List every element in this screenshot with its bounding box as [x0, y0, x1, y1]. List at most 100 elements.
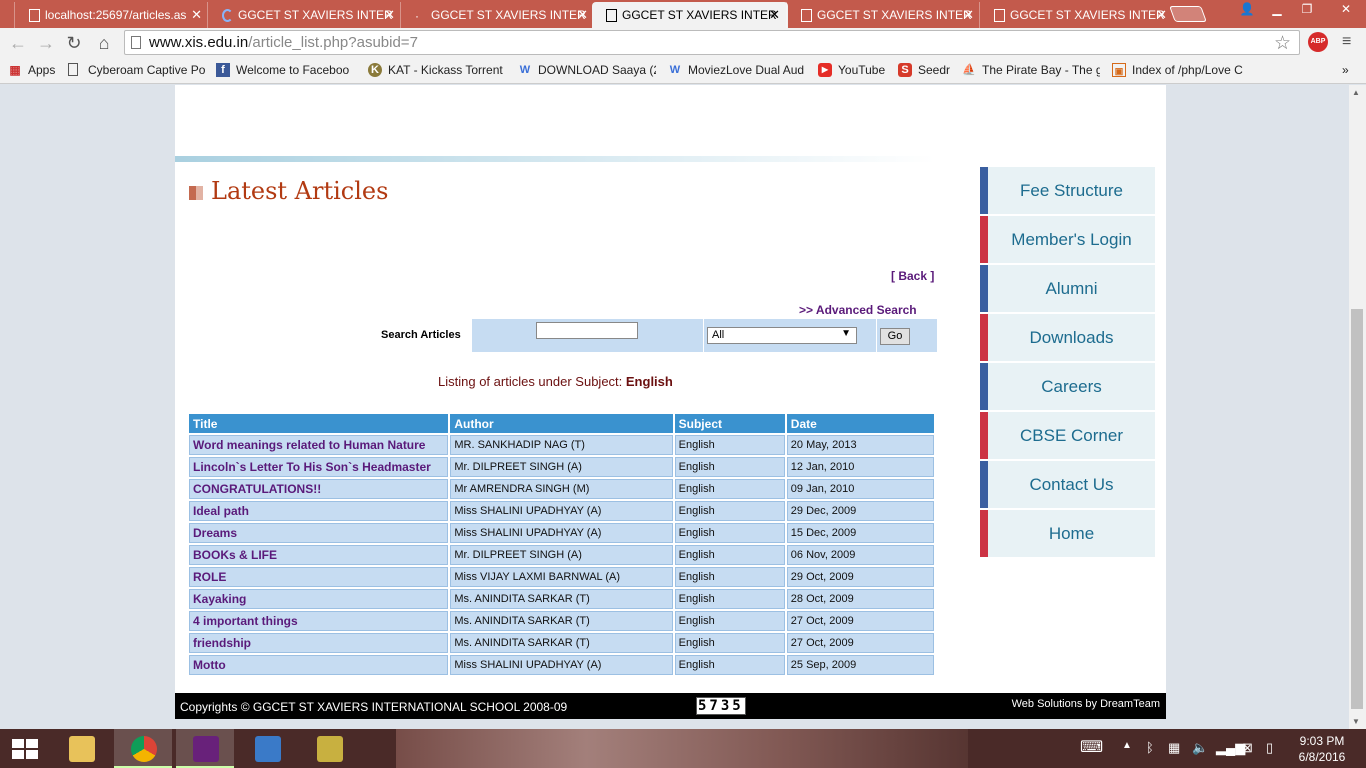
volume-icon[interactable]: 🔈 [1192, 740, 1208, 756]
bookmark-youtube[interactable]: ▶ YouTube [818, 63, 888, 79]
close-icon[interactable]: ✕ [1156, 7, 1167, 23]
back-arrow-icon[interactable]: ← [6, 31, 30, 55]
taskbar-chrome[interactable] [114, 729, 172, 768]
bookmark-kat[interactable]: K KAT - Kickass Torrent [368, 63, 506, 79]
clock-time: 9:03 PM [1299, 734, 1345, 748]
tab-label: GGCET ST XAVIERS INTER [238, 8, 393, 22]
article-subject: English [674, 589, 785, 609]
article-title-link[interactable]: Ideal path [189, 501, 449, 521]
page-icon [801, 9, 812, 22]
taskbar-visual-studio[interactable] [176, 729, 234, 768]
scroll-thumb[interactable] [1351, 309, 1363, 709]
bookmark-cyberoam[interactable]: Cyberoam Captive Po [68, 63, 206, 79]
bookmark-saaya[interactable]: W DOWNLOAD Saaya (2 [518, 63, 656, 79]
forward-arrow-icon[interactable]: → [34, 31, 58, 55]
bookmarks-bar: ▦ Apps Cyberoam Captive Po f Welcome to … [0, 58, 1366, 84]
tab-4-active[interactable]: GGCET ST XAVIERS INTER ✕ [592, 2, 788, 28]
close-icon[interactable]: ✕ [577, 7, 588, 23]
browser-toolbar: ← → ↻ ⌂ www.xis.edu.in/article_list.php?… [0, 28, 1366, 58]
subject-select[interactable]: All ▼ [707, 327, 857, 344]
sidebar-item-members-login[interactable]: Member's Login [980, 216, 1155, 263]
ime-icon[interactable]: ⊠ [1242, 740, 1253, 756]
bluetooth-icon[interactable]: ᛒ [1146, 740, 1154, 755]
close-window-button[interactable]: ✕ [1326, 0, 1366, 20]
subject-select-value: All [712, 329, 725, 341]
article-title-link[interactable]: Dreams [189, 523, 449, 543]
sidebar-item-fee-structure[interactable]: Fee Structure [980, 167, 1155, 214]
page-icon [68, 63, 78, 76]
user-profile-icon[interactable]: 👤 [1232, 0, 1262, 20]
search-label: Search Articles [381, 329, 461, 341]
table-row: CONGRATULATIONS!! Mr AMRENDRA SINGH (M) … [189, 479, 934, 499]
go-button[interactable]: Go [880, 328, 910, 345]
taskbar-file-explorer[interactable] [52, 729, 110, 768]
bookmarks-overflow-icon[interactable]: » [1342, 63, 1358, 79]
tab-1[interactable]: localhost:25697/articles.as ✕ [14, 2, 210, 28]
tab-label: GGCET ST XAVIERS INTER [1010, 8, 1165, 22]
close-icon[interactable]: ✕ [963, 7, 974, 23]
minimize-button[interactable]: ▁ [1262, 0, 1292, 20]
tab-label: GGCET ST XAVIERS INTER [817, 8, 972, 22]
scroll-down-icon[interactable]: ▼ [1352, 717, 1360, 726]
article-author: Miss SHALINI UPADHYAY (A) [450, 501, 673, 521]
article-author: Mr. DILPREET SINGH (A) [450, 545, 673, 565]
article-title-link[interactable]: BOOKs & LIFE [189, 545, 449, 565]
taskbar-clock[interactable]: 9:03 PM 6/8/2016 [1296, 733, 1348, 765]
sidebar-item-home[interactable]: Home [980, 510, 1155, 557]
page-icon [131, 36, 141, 49]
bookmark-moviezlove[interactable]: W MoviezLove Dual Aud [668, 63, 806, 79]
action-center-icon[interactable]: ▦ [1168, 740, 1180, 756]
close-icon[interactable]: ✕ [769, 7, 780, 23]
article-author: Mr AMRENDRA SINGH (M) [450, 479, 673, 499]
tray-overflow-icon[interactable]: ▲ [1122, 740, 1132, 751]
sidebar-item-cbse-corner[interactable]: CBSE Corner [980, 412, 1155, 459]
close-icon[interactable]: ✕ [191, 7, 202, 23]
scroll-up-icon[interactable]: ▲ [1352, 88, 1360, 97]
sidebar-item-downloads[interactable]: Downloads [980, 314, 1155, 361]
loading-spinner-icon [222, 9, 233, 22]
bookmark-index[interactable]: ▣ Index of /php/Love C [1112, 63, 1250, 79]
bookmark-apps[interactable]: ▦ Apps [8, 63, 68, 79]
bookmark-piratebay[interactable]: ⛵ The Pirate Bay - The g [962, 63, 1100, 79]
adblock-plus-icon[interactable]: ABP [1308, 32, 1328, 52]
article-title-link[interactable]: Motto [189, 655, 449, 675]
tab-5[interactable]: GGCET ST XAVIERS INTER ✕ [786, 2, 982, 28]
bookmark-seedr[interactable]: S Seedr [898, 63, 952, 79]
page-scrollbar[interactable]: ▲ ▼ [1349, 85, 1366, 729]
article-author: Miss SHALINI UPADHYAY (A) [450, 655, 673, 675]
battery-icon[interactable]: ▯ [1266, 740, 1273, 756]
reload-icon[interactable]: ↻ [62, 31, 86, 55]
close-icon[interactable]: ✕ [384, 7, 395, 23]
article-title-link[interactable]: Word meanings related to Human Nature [189, 435, 449, 455]
article-title-link[interactable]: Kayaking [189, 589, 449, 609]
windows-start-icon[interactable] [12, 739, 38, 759]
tab-3[interactable]: · GGCET ST XAVIERS INTER ✕ [400, 2, 596, 28]
article-title-link[interactable]: CONGRATULATIONS!! [189, 479, 449, 499]
table-row: Motto Miss SHALINI UPADHYAY (A) English … [189, 655, 934, 675]
home-icon[interactable]: ⌂ [92, 31, 116, 55]
article-title-link[interactable]: Lincoln`s Letter To His Son`s Headmaster [189, 457, 449, 477]
taskbar-tools[interactable] [300, 729, 358, 768]
chrome-menu-icon[interactable]: ≡ [1342, 33, 1351, 51]
tab-2[interactable]: GGCET ST XAVIERS INTER ✕ [207, 2, 403, 28]
new-tab-button[interactable] [1169, 6, 1207, 22]
tab-6[interactable]: GGCET ST XAVIERS INTER ✕ [979, 2, 1175, 28]
sidebar-item-contact-us[interactable]: Contact Us [980, 461, 1155, 508]
taskbar-photos[interactable] [238, 729, 296, 768]
keyboard-icon[interactable]: ⌨ [1080, 737, 1103, 757]
article-title-link[interactable]: 4 important things [189, 611, 449, 631]
article-title-link[interactable]: ROLE [189, 567, 449, 587]
address-bar[interactable]: www.xis.edu.in/article_list.php?asubid=7… [124, 30, 1300, 55]
back-link[interactable]: [ Back ] [891, 269, 934, 283]
windows-taskbar: ⌨ ▲ ᛒ ▦ 🔈 ▂▄▆ ⊠ ▯ 9:03 PM 6/8/2016 [0, 729, 1366, 768]
advanced-search-link[interactable]: >> Advanced Search [799, 303, 917, 317]
network-signal-icon[interactable]: ▂▄▆ [1216, 740, 1245, 756]
search-input[interactable] [536, 322, 638, 339]
bookmark-facebook[interactable]: f Welcome to Faceboo [216, 63, 356, 79]
column-header-author: Author [450, 414, 673, 433]
sidebar-item-alumni[interactable]: Alumni [980, 265, 1155, 312]
maximize-button[interactable]: ❐ [1292, 0, 1322, 20]
sidebar-item-careers[interactable]: Careers [980, 363, 1155, 410]
bookmark-star-icon[interactable]: ☆ [1274, 32, 1291, 55]
article-title-link[interactable]: friendship [189, 633, 449, 653]
